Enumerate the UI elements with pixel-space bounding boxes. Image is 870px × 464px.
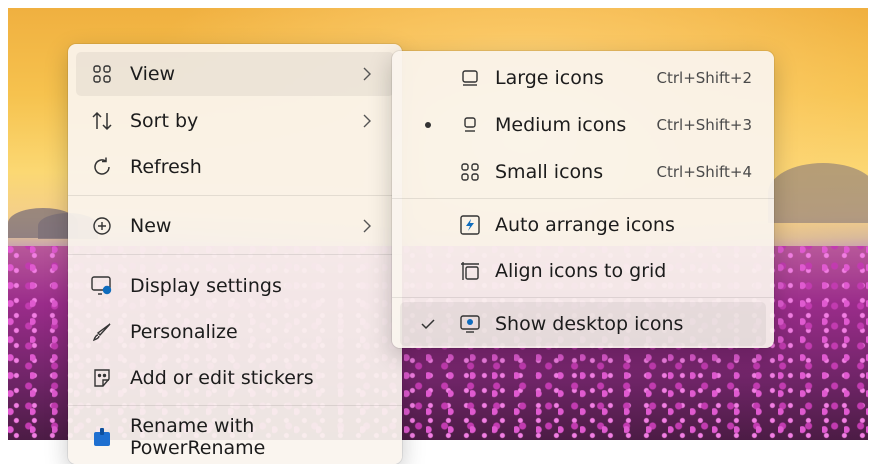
- menu-separator: [392, 297, 774, 298]
- menu-item-label: View: [130, 63, 176, 85]
- display-settings-icon: [90, 274, 114, 298]
- brush-icon: [90, 320, 114, 344]
- chevron-right-icon: [362, 67, 376, 81]
- powerrename-icon: [90, 425, 114, 449]
- menu-separator: [68, 254, 402, 255]
- menu-separator: [68, 405, 402, 406]
- submenu-item-label: Small icons: [495, 161, 604, 183]
- submenu-item-align-grid[interactable]: Align icons to grid: [400, 249, 766, 293]
- submenu-item-auto-arrange[interactable]: Auto arrange icons: [400, 203, 766, 247]
- chevron-right-icon: [362, 219, 376, 233]
- view-grid-icon: [90, 62, 114, 86]
- sort-icon: [90, 109, 114, 133]
- menu-item-label: Rename with PowerRename: [130, 415, 266, 459]
- menu-item-label: Sort by: [130, 110, 199, 132]
- medium-icons-icon: [458, 113, 482, 137]
- auto-arrange-icon: [458, 213, 482, 237]
- menu-item-label: Display settings: [130, 275, 282, 297]
- shortcut-text: Ctrl+Shift+3: [656, 116, 752, 134]
- menu-separator: [68, 195, 402, 196]
- submenu-item-show-desktop-icons[interactable]: Show desktop icons: [400, 302, 766, 346]
- large-icons-icon: [458, 66, 482, 90]
- small-icons-icon: [458, 160, 482, 184]
- align-grid-icon: [458, 259, 482, 283]
- menu-item-view[interactable]: View: [76, 52, 394, 96]
- menu-item-label: New: [130, 215, 172, 237]
- desktop-context-menu: View Sort by Refresh New Display setting…: [68, 44, 402, 464]
- menu-item-label: Refresh: [130, 156, 202, 178]
- submenu-item-label: Show desktop icons: [495, 313, 684, 335]
- menu-item-refresh[interactable]: Refresh: [76, 145, 394, 189]
- wallpaper-hill: [768, 163, 868, 223]
- shortcut-text: Ctrl+Shift+2: [656, 69, 752, 87]
- menu-item-new[interactable]: New: [76, 204, 394, 248]
- menu-item-sort-by[interactable]: Sort by: [76, 99, 394, 143]
- menu-item-display-settings[interactable]: Display settings: [76, 264, 394, 308]
- chevron-right-icon: [362, 114, 376, 128]
- menu-item-personalize[interactable]: Personalize: [76, 310, 394, 354]
- submenu-item-small-icons[interactable]: Small icons Ctrl+Shift+4: [400, 150, 766, 194]
- show-desktop-icon: [458, 312, 482, 336]
- submenu-item-label: Align icons to grid: [495, 260, 667, 282]
- submenu-item-large-icons[interactable]: Large icons Ctrl+Shift+2: [400, 56, 766, 100]
- menu-item-stickers[interactable]: Add or edit stickers: [76, 356, 394, 400]
- menu-item-label: Add or edit stickers: [130, 367, 314, 389]
- submenu-item-label: Auto arrange icons: [495, 214, 675, 236]
- menu-separator: [392, 198, 774, 199]
- submenu-item-label: Large icons: [495, 67, 604, 89]
- view-submenu: Large icons Ctrl+Shift+2 Medium icons Ct…: [392, 51, 774, 348]
- sticker-icon: [90, 366, 114, 390]
- menu-item-label: Personalize: [130, 321, 238, 343]
- submenu-item-label: Medium icons: [495, 114, 627, 136]
- menu-item-powerrename[interactable]: Rename with PowerRename: [76, 415, 394, 459]
- refresh-icon: [90, 155, 114, 179]
- new-plus-icon: [90, 214, 114, 238]
- check-icon: [420, 316, 436, 332]
- selected-dot-icon: [420, 117, 436, 133]
- submenu-item-medium-icons[interactable]: Medium icons Ctrl+Shift+3: [400, 103, 766, 147]
- shortcut-text: Ctrl+Shift+4: [656, 163, 752, 181]
